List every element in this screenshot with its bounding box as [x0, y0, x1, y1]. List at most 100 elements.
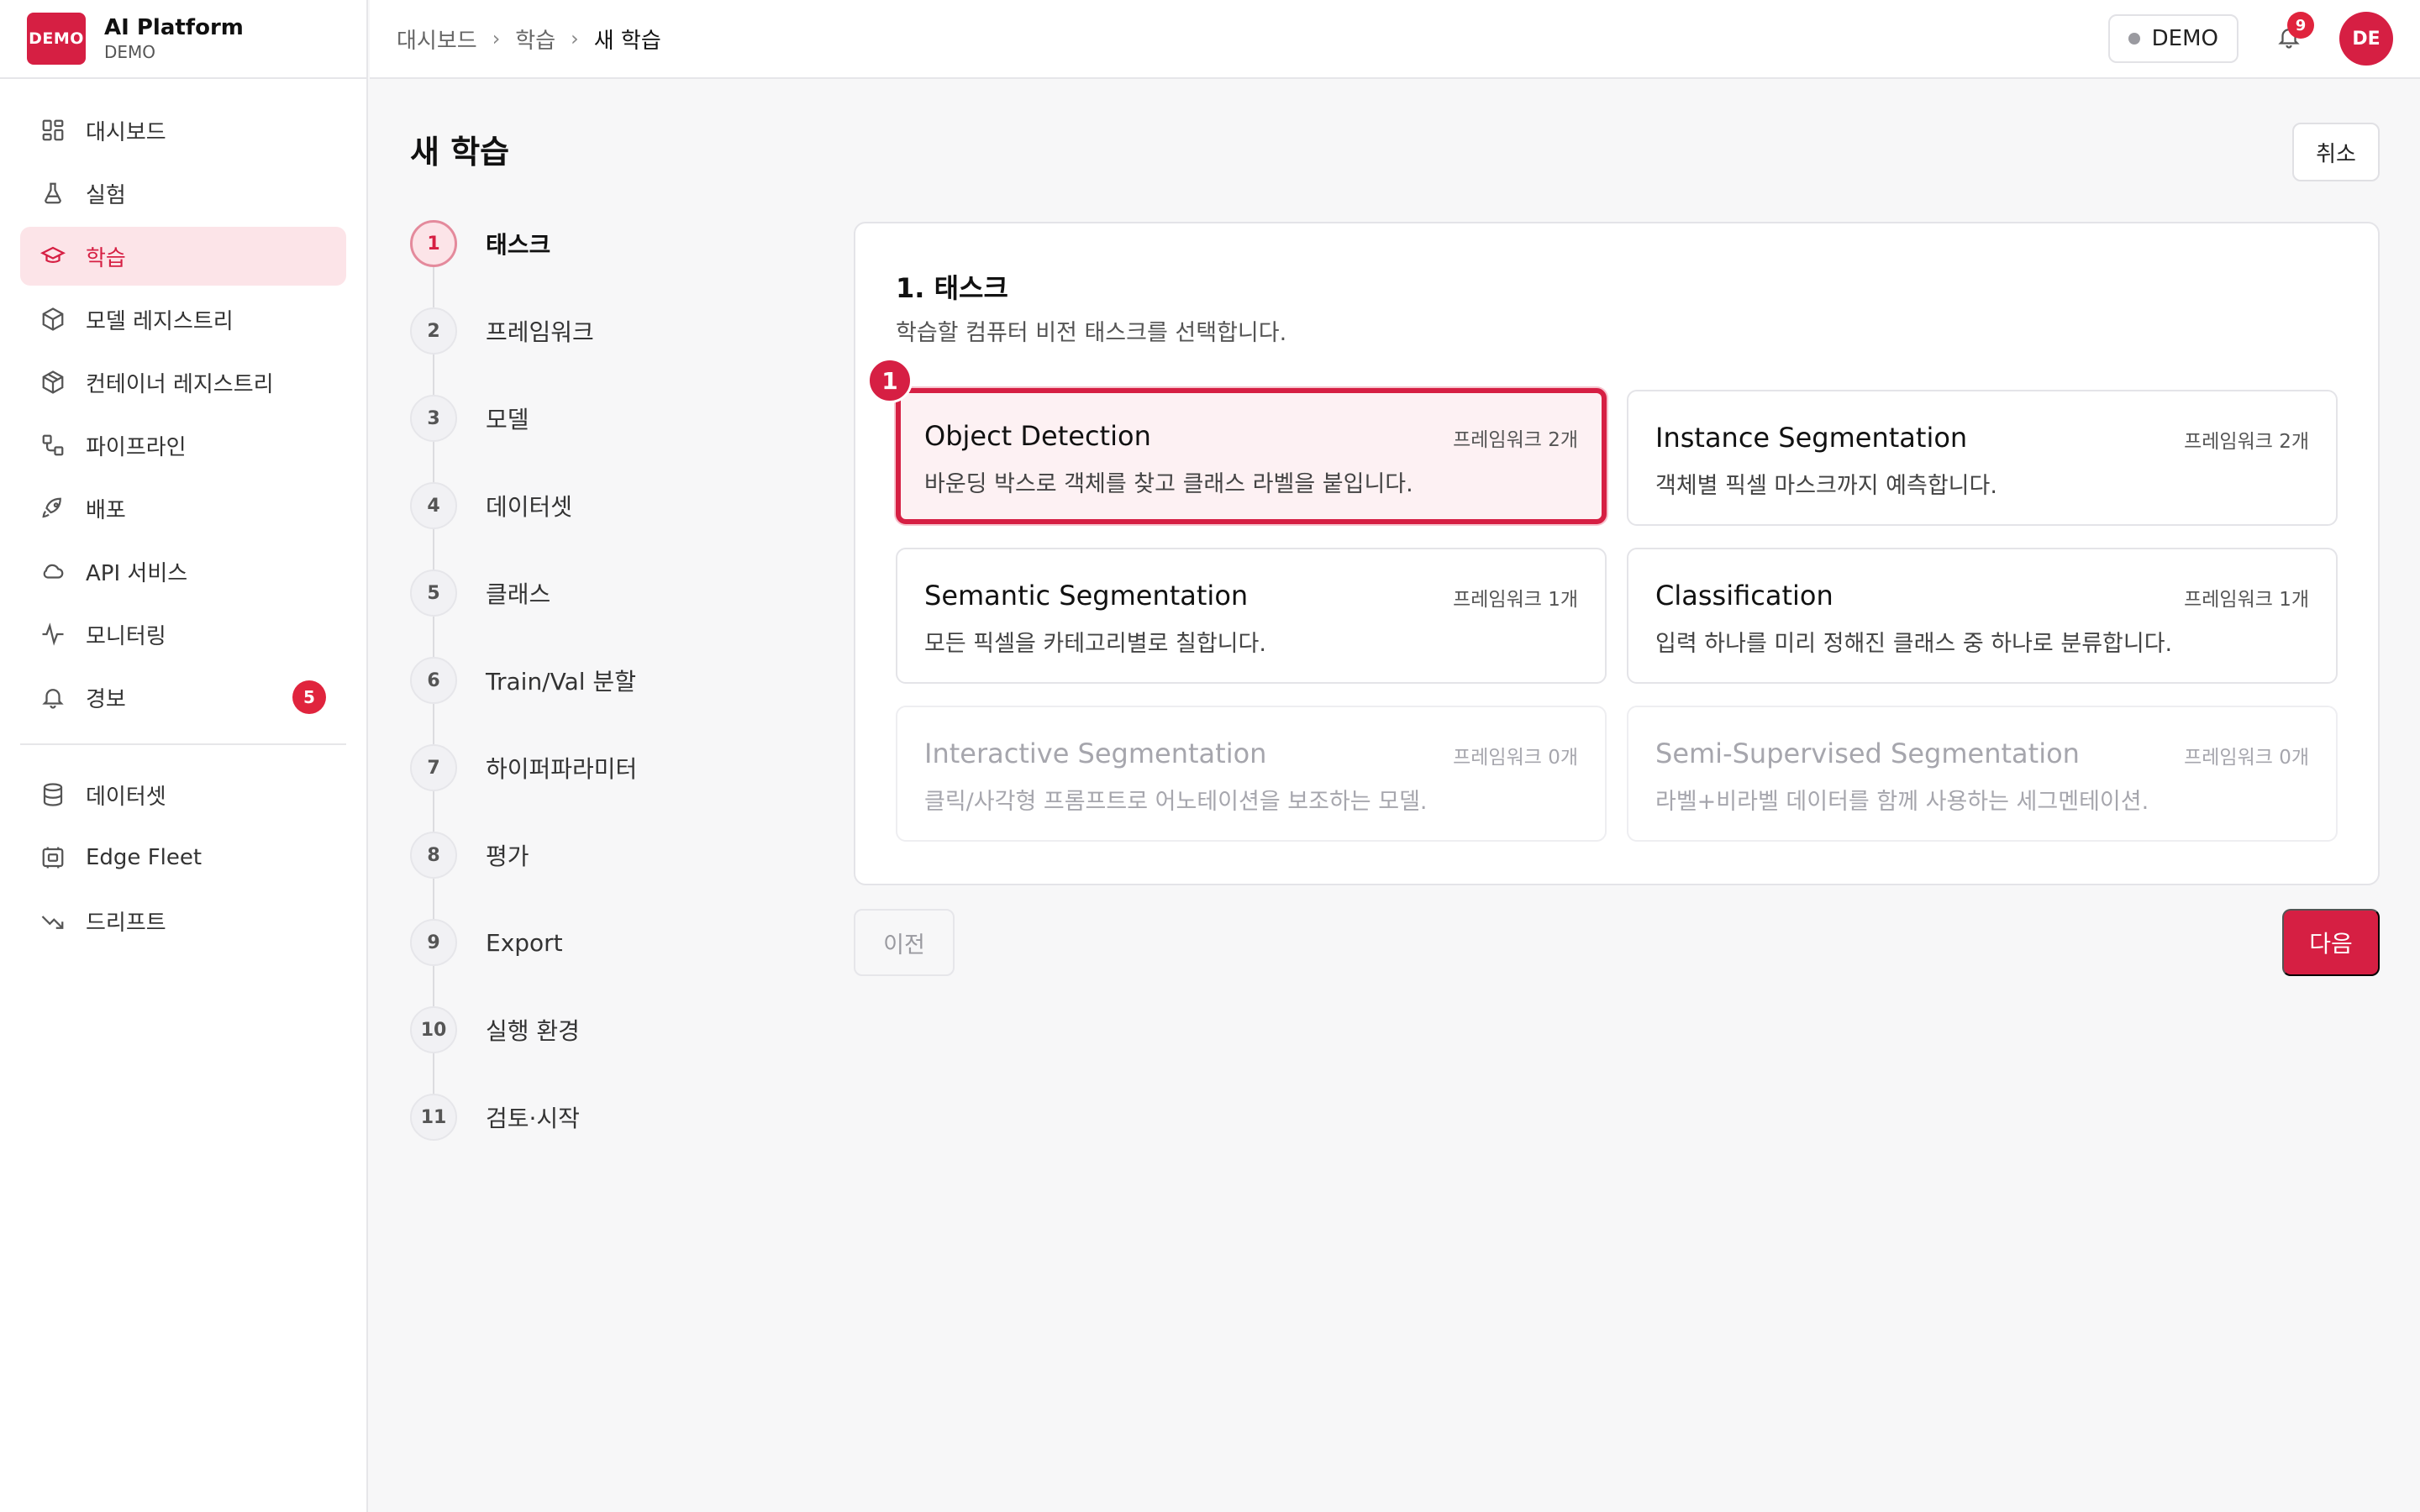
- next-button[interactable]: 다음: [2282, 909, 2380, 976]
- task-title: Object Detection: [924, 420, 1151, 452]
- alerts-count-badge: 5: [292, 680, 326, 714]
- sidebar-item-label: 대시보드: [86, 119, 166, 145]
- step-number: 1: [410, 220, 457, 267]
- step-dataset[interactable]: 4 데이터셋: [410, 482, 572, 529]
- step-number: 4: [410, 482, 457, 529]
- task-option-instance-segmentation[interactable]: Instance Segmentation 프레임워크 2개 객체별 픽셀 마스…: [1627, 390, 2338, 526]
- graduation-cap-icon: [40, 244, 66, 269]
- bell-icon: [40, 685, 66, 710]
- sidebar-item-monitoring[interactable]: 모니터링: [20, 605, 346, 664]
- breadcrumb-item-current: 새 학습: [593, 28, 661, 54]
- task-description: 클릭/사각형 프롬프트로 어노테이션을 보조하는 모델.: [924, 789, 1428, 815]
- breadcrumb-item-dashboard[interactable]: 대시보드: [397, 24, 477, 55]
- step-number: 2: [410, 307, 457, 354]
- sidebar-item-label: 모니터링: [86, 623, 166, 649]
- task-option-classification[interactable]: Classification 프레임워크 1개 입력 하나를 미리 정해진 클래…: [1627, 548, 2338, 684]
- step-connector: [433, 529, 434, 570]
- task-title: Interactive Segmentation: [924, 738, 1267, 769]
- step-label: 하이퍼파라미터: [486, 755, 638, 783]
- trend-down-icon: [40, 908, 66, 933]
- sidebar-item-container-registry[interactable]: 컨테이너 레지스트리: [20, 353, 346, 412]
- step-connector: [433, 704, 434, 744]
- task-title: Semi-Supervised Segmentation: [1655, 738, 2080, 769]
- task-title: Classification: [1655, 580, 1833, 612]
- sidebar-item-datasets[interactable]: 데이터셋: [20, 765, 346, 824]
- sidebar-item-drift[interactable]: 드리프트: [20, 891, 346, 950]
- sidebar-item-model-registry[interactable]: 모델 레지스트리: [20, 290, 346, 349]
- framework-count: 프레임워크 2개: [1453, 429, 1578, 451]
- brand-subtitle: DEMO: [104, 42, 156, 62]
- step-evaluation[interactable]: 8 평가: [410, 832, 529, 879]
- page-title: 새 학습: [410, 134, 510, 171]
- step-label: 모델: [486, 406, 529, 433]
- sidebar: DEMO AI Platform DEMO 대시보드 실험 학습 모델 레지스트…: [0, 0, 368, 1512]
- selection-marker-badge: 1: [867, 358, 913, 403]
- avatar[interactable]: DE: [2339, 12, 2393, 66]
- sidebar-item-label: 모델 레지스트리: [86, 308, 234, 334]
- step-classes[interactable]: 5 클래스: [410, 570, 550, 617]
- step-task[interactable]: 1 태스크: [410, 220, 550, 267]
- step-train-val-split[interactable]: 6 Train/Val 분할: [410, 657, 636, 704]
- sidebar-item-pipeline[interactable]: 파이프라인: [20, 416, 346, 475]
- database-icon: [40, 782, 66, 807]
- step-connector: [433, 879, 434, 919]
- sidebar-item-edge-fleet[interactable]: Edge Fleet: [20, 828, 346, 887]
- sidebar-item-label: 파이프라인: [86, 434, 187, 460]
- step-review-start[interactable]: 11 검토·시작: [410, 1094, 580, 1141]
- step-runtime-environment[interactable]: 10 실행 환경: [410, 1006, 580, 1053]
- step-hyperparameters[interactable]: 7 하이퍼파라미터: [410, 744, 637, 791]
- sidebar-nav: 대시보드 실험 학습 모델 레지스트리 컨테이너 레지스트리 파이프라인 배포 …: [0, 79, 366, 950]
- status-dot-icon: [2128, 33, 2140, 45]
- cube-icon: [40, 307, 66, 332]
- task-option-object-detection[interactable]: Object Detection 프레임워크 2개 바운딩 박스로 객체를 찾고…: [896, 388, 1607, 524]
- breadcrumb: 대시보드 › 학습 › 새 학습: [370, 24, 661, 55]
- step-label: Export: [486, 928, 563, 957]
- task-description: 라벨+비라벨 데이터를 함께 사용하는 세그멘테이션.: [1655, 789, 2149, 815]
- sidebar-item-label: API 서비스: [86, 560, 188, 586]
- sidebar-item-label: Edge Fleet: [86, 845, 203, 870]
- task-description: 입력 하나를 미리 정해진 클래스 중 하나로 분류합니다.: [1655, 631, 2173, 657]
- previous-button[interactable]: 이전: [854, 909, 955, 976]
- step-model[interactable]: 3 모델: [410, 395, 529, 442]
- framework-count: 프레임워크 2개: [2184, 431, 2309, 453]
- step-framework[interactable]: 2 프레임워크: [410, 307, 594, 354]
- sidebar-item-training[interactable]: 학습: [20, 227, 346, 286]
- step-number: 5: [410, 570, 457, 617]
- flask-icon: [40, 181, 66, 206]
- brand[interactable]: DEMO AI Platform DEMO: [0, 0, 366, 79]
- framework-count: 프레임워크 1개: [2184, 589, 2309, 611]
- sidebar-item-deploy[interactable]: 배포: [20, 479, 346, 538]
- step-export[interactable]: 9 Export: [410, 919, 563, 966]
- environment-selector[interactable]: DEMO: [2107, 14, 2238, 63]
- workflow-icon: [40, 433, 66, 458]
- sidebar-item-dashboard[interactable]: 대시보드: [20, 101, 346, 160]
- breadcrumb-item-training[interactable]: 학습: [515, 24, 555, 55]
- step-connector: [433, 442, 434, 482]
- task-title: Semantic Segmentation: [924, 580, 1249, 612]
- rocket-icon: [40, 496, 66, 521]
- task-selection-card: 1. 태스크 학습할 컴퓨터 비전 태스크를 선택합니다. Object Det…: [854, 222, 2380, 885]
- notifications-button[interactable]: 9: [2272, 12, 2314, 55]
- sidebar-divider: [20, 743, 346, 745]
- step-number: 3: [410, 395, 457, 442]
- step-label: 검토·시작: [486, 1105, 580, 1132]
- sidebar-item-label: 컨테이너 레지스트리: [86, 371, 274, 397]
- step-number: 8: [410, 832, 457, 879]
- step-number: 6: [410, 657, 457, 704]
- framework-count: 프레임워크 0개: [2184, 747, 2309, 769]
- task-description: 바운딩 박스로 객체를 찾고 클래스 라벨을 붙입니다.: [924, 471, 1413, 497]
- sidebar-item-label: 드리프트: [86, 910, 166, 936]
- step-connector: [433, 354, 434, 395]
- step-number: 10: [410, 1006, 457, 1053]
- sidebar-item-experiments[interactable]: 실험: [20, 164, 346, 223]
- cancel-button[interactable]: 취소: [2292, 123, 2380, 181]
- sidebar-item-label: 학습: [86, 245, 126, 271]
- task-option-semantic-segmentation[interactable]: Semantic Segmentation 프레임워크 1개 모든 픽셀을 카테…: [896, 548, 1607, 684]
- topbar: 대시보드 › 학습 › 새 학습 DEMO 9 DE: [370, 0, 2420, 79]
- sidebar-item-api-service[interactable]: API 서비스: [20, 542, 346, 601]
- package-icon: [40, 370, 66, 395]
- sidebar-item-label: 경보: [86, 686, 126, 712]
- chevron-right-icon: ›: [571, 27, 579, 50]
- step-connector: [433, 617, 434, 657]
- sidebar-item-alerts[interactable]: 경보 5: [20, 668, 346, 727]
